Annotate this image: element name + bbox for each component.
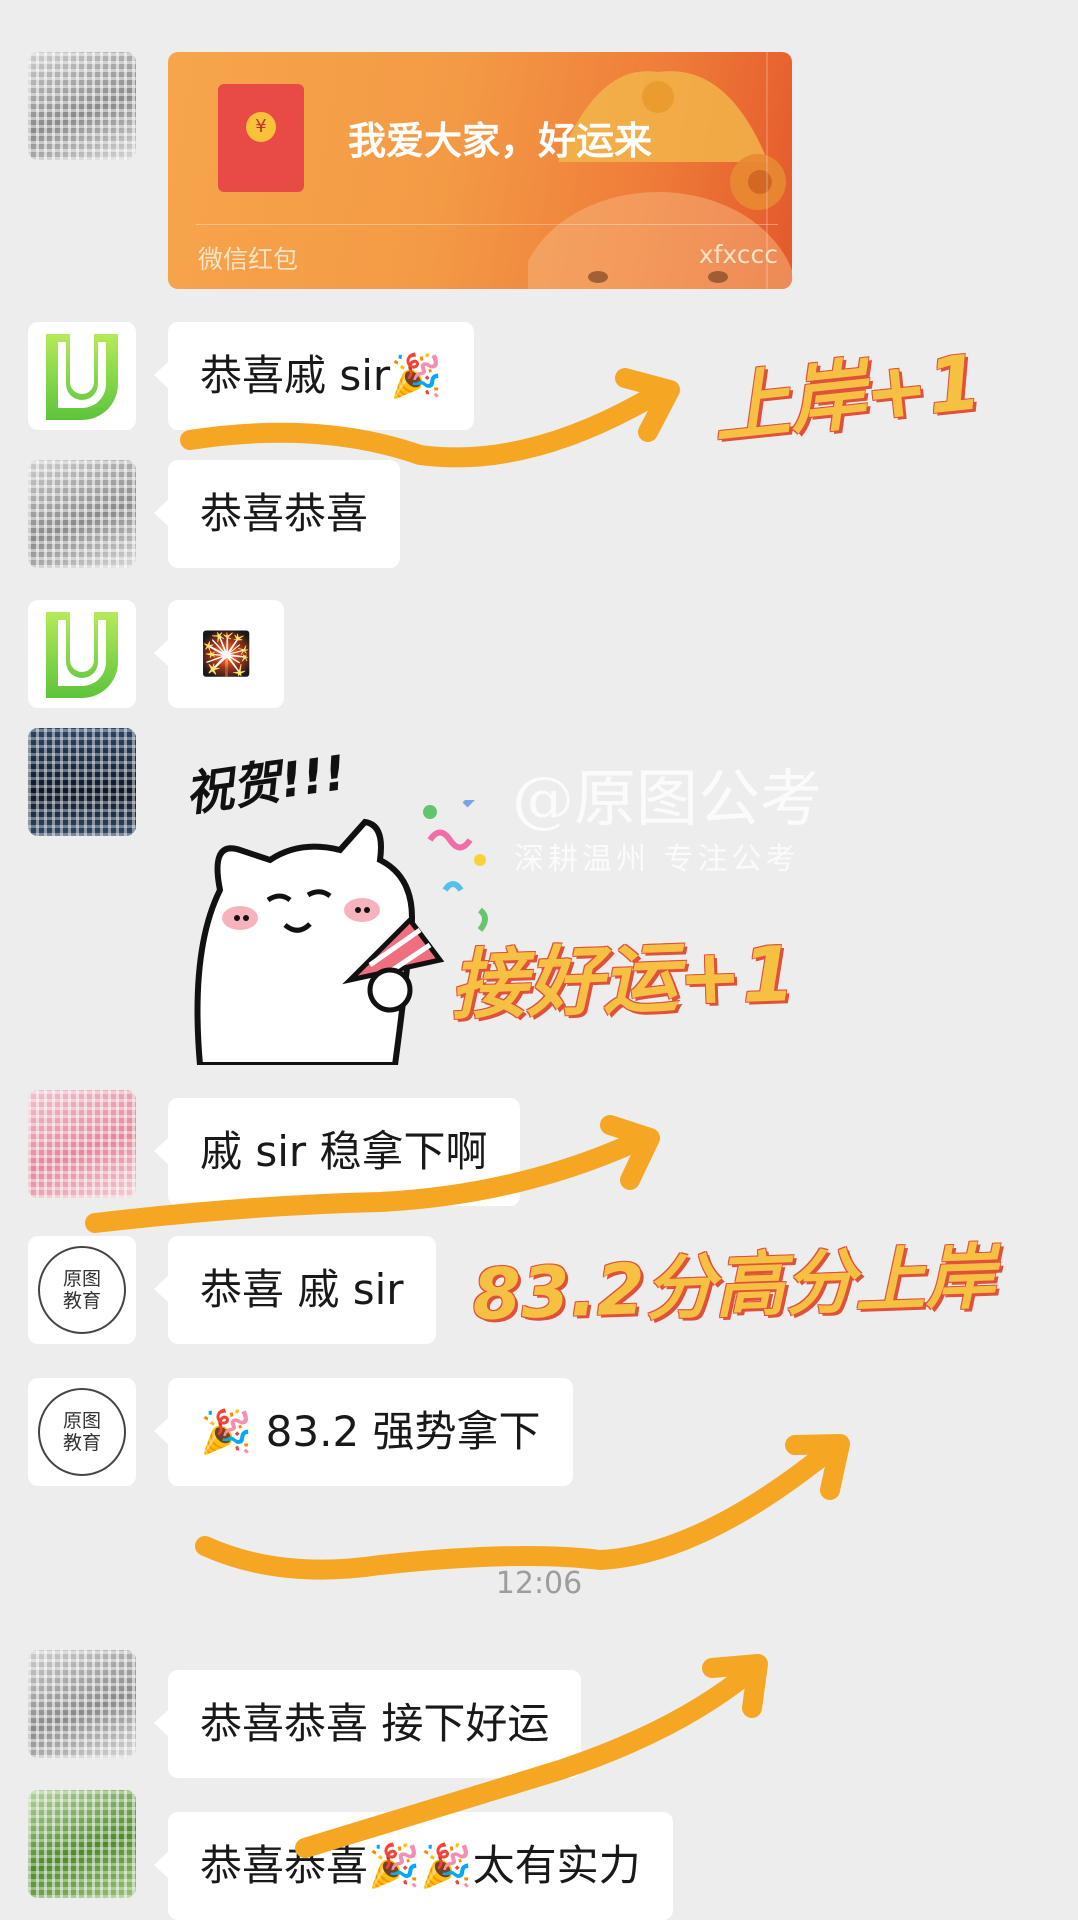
- u-logo-icon: [46, 612, 118, 698]
- avatar-u-logo[interactable]: [28, 322, 136, 430]
- red-packet-sender: xfxccc: [698, 240, 778, 269]
- overlay-luck-text: 接好运+1: [448, 929, 797, 1030]
- avatar-member-2[interactable]: [28, 460, 136, 568]
- arrow-2-head: [600, 1115, 660, 1190]
- seal-text-top: 原图: [62, 1268, 101, 1290]
- avatar-yuantu-seal[interactable]: 原图 教育: [28, 1236, 136, 1344]
- message-bubble[interactable]: 恭喜 戚 sir: [154, 1236, 436, 1344]
- avatar-member-1[interactable]: [28, 52, 136, 160]
- seal-text-bottom: 教育: [62, 1290, 101, 1312]
- chat-timestamp: 12:06: [495, 1566, 583, 1601]
- arrow-1-head: [615, 368, 680, 442]
- red-packet-message[interactable]: ¥ 我爱大家，好运来 微信红包 xfxccc: [168, 52, 792, 289]
- seal-text-top: 原图: [62, 1410, 101, 1432]
- seal-logo: 原图 教育: [38, 1246, 126, 1334]
- avatar-member-5[interactable]: [28, 1650, 136, 1758]
- message-bubble[interactable]: 戚 sir 稳拿下啊: [154, 1098, 520, 1206]
- red-envelope-icon: ¥: [218, 84, 304, 192]
- message-bubble[interactable]: 恭喜恭喜🎉🎉太有实力: [154, 1812, 673, 1920]
- overlay-score-text: 83.2分高分上岸: [470, 1235, 997, 1337]
- overlay-landing-text: 上岸+1: [708, 337, 986, 454]
- coin-icon: ¥: [246, 112, 276, 142]
- arrow-3-head: [785, 1434, 850, 1500]
- red-packet-label: 微信红包: [198, 245, 299, 274]
- message-bubble[interactable]: 恭喜戚 sir🎉: [153, 322, 475, 430]
- u-logo-icon: [46, 334, 118, 420]
- seal-text-bottom: 教育: [62, 1432, 101, 1454]
- watermark-subtitle: 深耕温州 专注公考: [514, 842, 800, 877]
- message-bubble[interactable]: 🎇: [153, 600, 285, 708]
- arrow-4-head: [702, 1654, 768, 1718]
- seal-logo: 原图 教育: [38, 1388, 126, 1476]
- divider: [196, 224, 778, 225]
- message-bubble[interactable]: 恭喜恭喜 接下好运: [153, 1670, 582, 1778]
- message-bubble[interactable]: 🎉 83.2 强势拿下: [154, 1378, 573, 1486]
- avatar-yuantu-seal[interactable]: 原图 教育: [28, 1378, 136, 1486]
- message-bubble[interactable]: 恭喜恭喜: [153, 460, 401, 568]
- watermark-title: @原图公考: [512, 762, 823, 835]
- avatar-u-logo[interactable]: [28, 600, 136, 708]
- avatar-member-6[interactable]: [28, 1790, 136, 1898]
- avatar-member-4[interactable]: [28, 1090, 136, 1198]
- red-packet-title: 我爱大家，好运来: [348, 119, 653, 163]
- avatar-member-3[interactable]: [28, 728, 136, 836]
